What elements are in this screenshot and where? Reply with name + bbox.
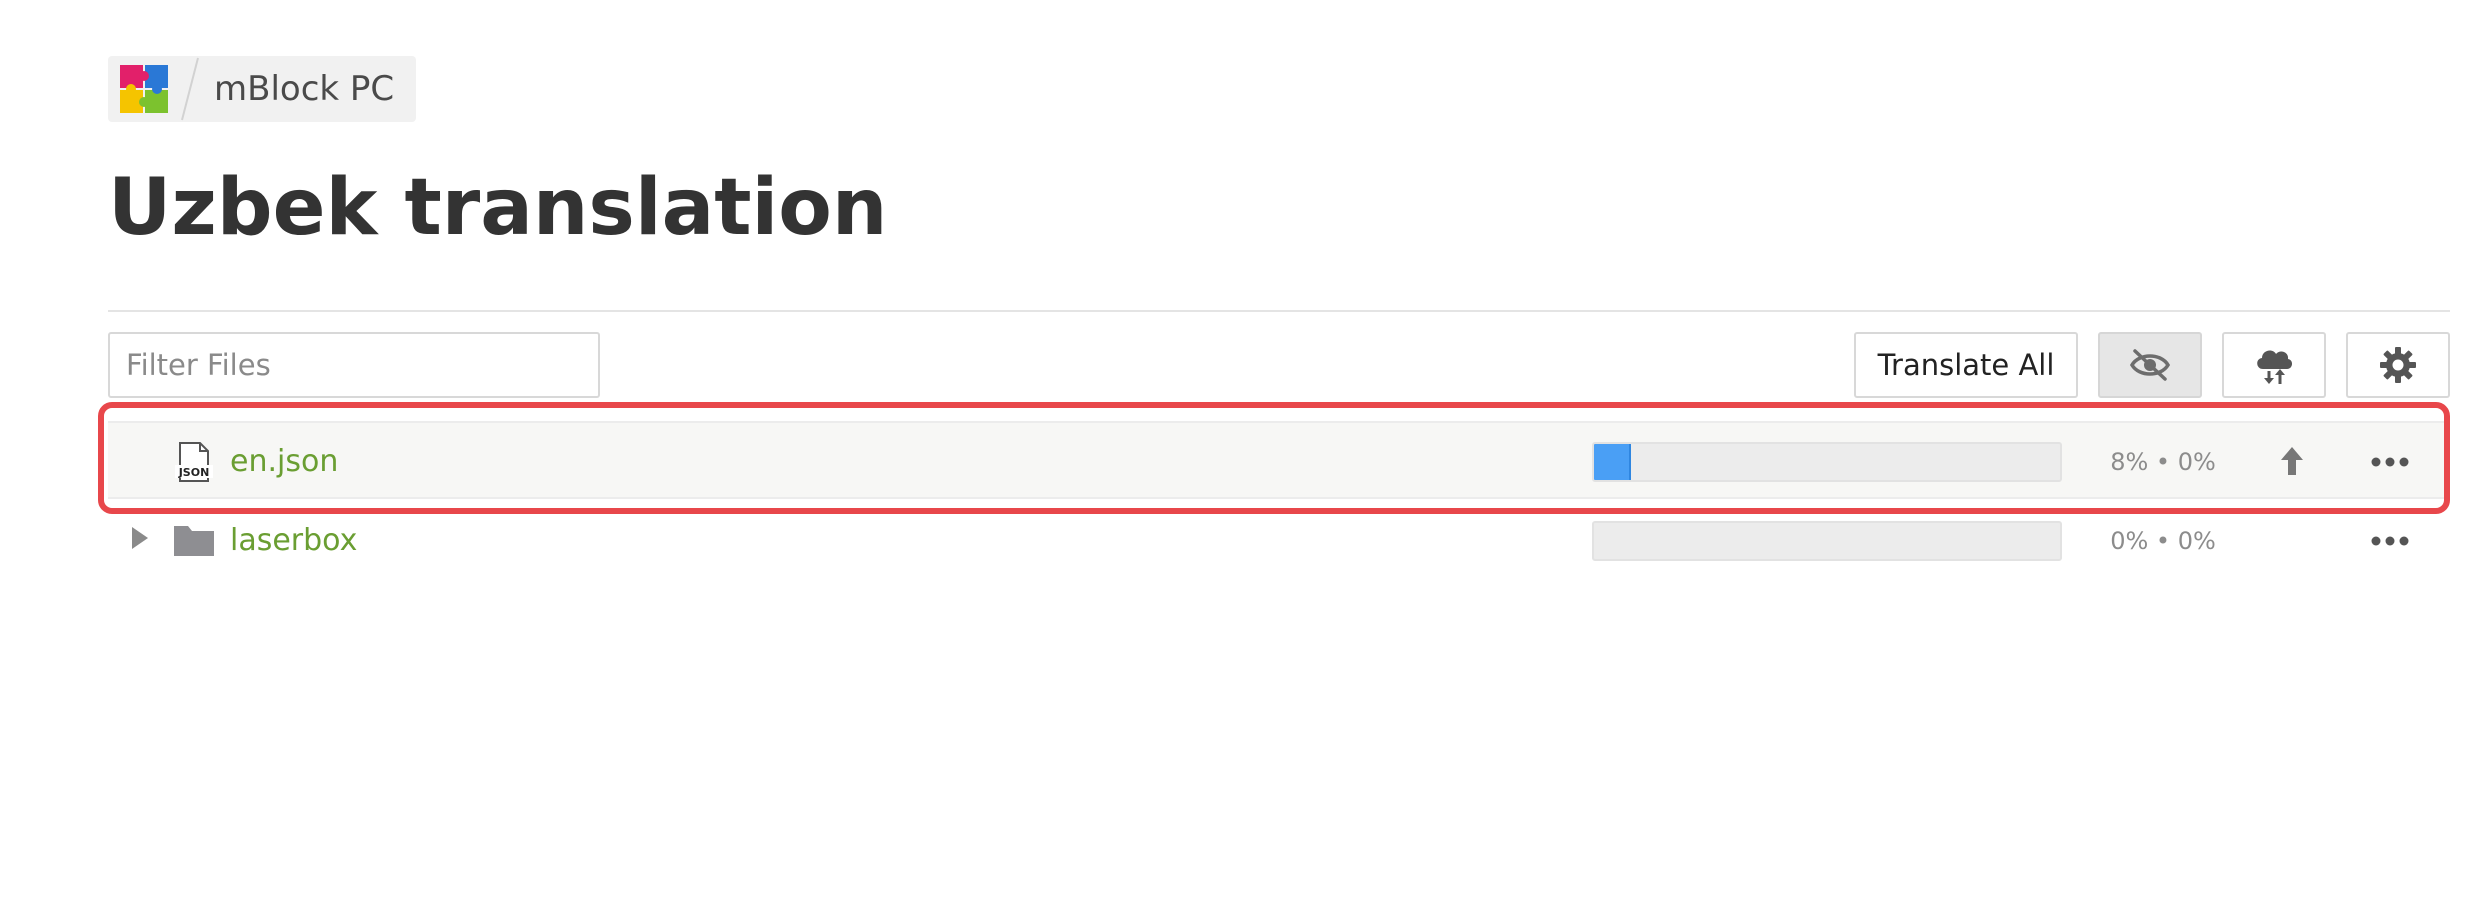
progress-bar	[1592, 521, 2062, 561]
progress-bar	[1592, 442, 2062, 482]
divider	[108, 310, 2450, 312]
breadcrumb-separator	[174, 56, 204, 122]
folder-name-link[interactable]: laserbox	[230, 502, 357, 580]
expand-arrow-icon[interactable]	[132, 527, 148, 549]
file-row[interactable]: JSON en.json 8% • 0%	[108, 421, 2450, 499]
settings-button[interactable]	[2346, 332, 2450, 398]
breadcrumb-project-link[interactable]: mBlock PC	[214, 69, 394, 109]
cloud-sync-icon	[2257, 350, 2293, 384]
project-logo-icon[interactable]	[114, 56, 174, 122]
translate-all-button[interactable]: Translate All	[1854, 332, 2078, 398]
progress-percentages: 0% • 0%	[2110, 527, 2216, 555]
folder-row[interactable]: laserbox 0% • 0%	[108, 502, 2450, 580]
json-file-icon: JSON	[175, 442, 213, 482]
hide-translated-button[interactable]	[2098, 332, 2202, 398]
gear-icon	[2380, 347, 2416, 383]
translate-all-label: Translate All	[1877, 348, 2055, 382]
more-options-icon[interactable]	[2370, 531, 2410, 551]
breadcrumb: mBlock PC	[108, 56, 417, 122]
svg-text:JSON: JSON	[178, 466, 210, 479]
filter-files-input[interactable]	[108, 332, 600, 398]
download-upload-button[interactable]	[2222, 332, 2326, 398]
page-title: Uzbek translation	[108, 163, 888, 253]
upload-icon[interactable]	[2280, 445, 2304, 477]
eye-slash-icon	[2129, 349, 2171, 381]
more-options-icon[interactable]	[2370, 452, 2410, 472]
folder-icon	[174, 526, 214, 556]
progress-percentages: 8% • 0%	[2110, 448, 2216, 476]
file-name-link[interactable]: en.json	[230, 423, 338, 501]
progress-fill	[1594, 444, 1632, 480]
